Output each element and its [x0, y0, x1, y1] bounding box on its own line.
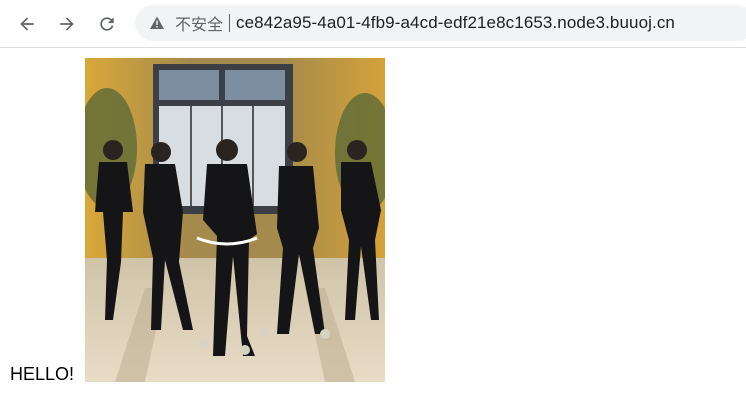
warning-icon[interactable] — [149, 15, 165, 31]
url-text[interactable]: ce842a95-4a01-4fb9-a4cd-edf21e8c1653.nod… — [236, 13, 675, 33]
page-content: HELLO! — [0, 48, 746, 409]
browser-toolbar: 不安全 ce842a95-4a01-4fb9-a4cd-edf21e8c1653… — [0, 0, 746, 48]
forward-icon — [60, 17, 74, 31]
address-bar[interactable]: 不安全 ce842a95-4a01-4fb9-a4cd-edf21e8c1653… — [135, 5, 746, 41]
back-button[interactable] — [11, 8, 43, 40]
reload-icon — [100, 17, 114, 31]
greeting-text: HELLO! — [10, 364, 75, 384]
separator — [229, 14, 231, 32]
forward-button[interactable] — [51, 8, 83, 40]
security-status[interactable]: 不安全 — [175, 11, 223, 35]
reload-button[interactable] — [91, 8, 123, 40]
back-icon — [20, 17, 34, 31]
dancing-gif-image — [85, 58, 385, 382]
